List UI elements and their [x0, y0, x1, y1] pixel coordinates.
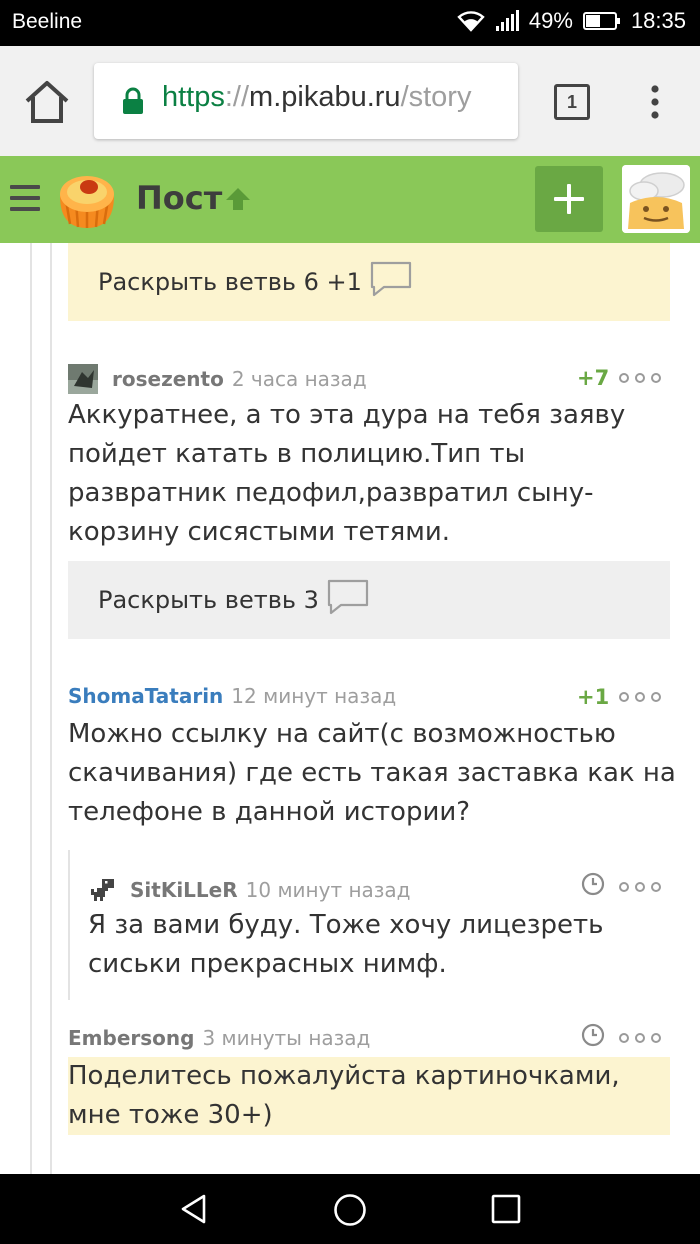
comment-rating[interactable]: +1 [577, 685, 609, 709]
comment-header: SitKiLLeR 10 минут назад [88, 875, 411, 905]
back-icon[interactable] [178, 1193, 210, 1225]
home-icon[interactable] [22, 79, 72, 125]
tab-switcher-button[interactable]: 1 [554, 84, 590, 120]
thread-line [30, 243, 32, 1174]
signal-icon [495, 10, 519, 32]
more-options-icon[interactable] [619, 373, 661, 383]
comment-time: 3 минуты назад [202, 1026, 371, 1050]
plus-icon[interactable] [535, 166, 603, 232]
lock-icon [122, 87, 144, 119]
comment-author[interactable]: rosezento [112, 367, 224, 391]
carrier-name: Beeline [12, 10, 83, 33]
url-text: https://m.pikabu.ru/story [162, 81, 472, 113]
comment-rating[interactable]: +7 [577, 366, 609, 390]
comment-bubble-icon [370, 261, 412, 303]
more-options-icon[interactable] [619, 692, 661, 702]
comment-author[interactable]: Embersong [68, 1026, 194, 1050]
site-header: Пост [0, 156, 700, 243]
comment-header: ShomaTatarin 12 минут назад [68, 684, 396, 708]
user-avatar[interactable] [622, 165, 690, 233]
status-bar: Beeline 49% 18:35 [0, 0, 700, 46]
url-bar[interactable]: https://m.pikabu.ru/story [94, 63, 518, 139]
avatar[interactable] [88, 875, 118, 905]
more-options-icon[interactable] [619, 882, 661, 892]
up-arrow-icon[interactable] [224, 186, 252, 216]
android-nav-bar [0, 1174, 700, 1244]
comment-author[interactable]: SitKiLLeR [130, 878, 238, 902]
thread-line [68, 850, 70, 1000]
comment-text: Поделитесь пожалуйста картиночками, мне … [68, 1057, 670, 1135]
comment-text: Аккуратнее, а то эта дура на тебя заяву … [68, 400, 626, 547]
browser-toolbar: https://m.pikabu.ru/story 1 [0, 46, 700, 156]
comment-text: Можно ссылку на сайт(с возможностью скач… [68, 719, 676, 827]
overflow-menu-icon[interactable] [640, 84, 670, 120]
recents-icon[interactable] [490, 1193, 522, 1225]
comment-header: rosezento 2 часа назад [68, 364, 367, 394]
clock-icon [581, 1023, 605, 1047]
expand-branch-button[interactable]: Раскрыть ветвь 6 +1 [68, 243, 670, 321]
pikabu-logo-icon[interactable] [56, 170, 118, 230]
comment-text: Я за вами буду. Тоже хочу лицезреть сись… [88, 910, 604, 979]
hamburger-icon[interactable] [10, 185, 40, 211]
clock-time: 18:35 [630, 8, 686, 33]
comment-time: 2 часа назад [231, 367, 367, 391]
home-circle-icon[interactable] [333, 1193, 367, 1227]
thread-line [50, 243, 52, 1174]
battery-icon [582, 11, 621, 31]
comment-time: 12 минут назад [231, 684, 397, 708]
more-options-icon[interactable] [619, 1033, 661, 1043]
clock-icon [581, 872, 605, 896]
battery-percent: 49% [528, 8, 573, 33]
avatar[interactable] [68, 364, 98, 394]
page-title: Пост [136, 179, 223, 217]
expand-branch-button[interactable]: Раскрыть ветвь 3 [68, 561, 670, 639]
comment-bubble-icon [327, 579, 369, 621]
comment-header: Embersong 3 минуты назад [68, 1026, 370, 1050]
wifi-icon [457, 10, 485, 32]
expand-branch-label: Раскрыть ветвь 3 [98, 586, 319, 614]
expand-branch-label: Раскрыть ветвь 6 +1 [98, 268, 362, 296]
comment-time: 10 минут назад [245, 878, 411, 902]
comment-author[interactable]: ShomaTatarin [68, 684, 223, 708]
